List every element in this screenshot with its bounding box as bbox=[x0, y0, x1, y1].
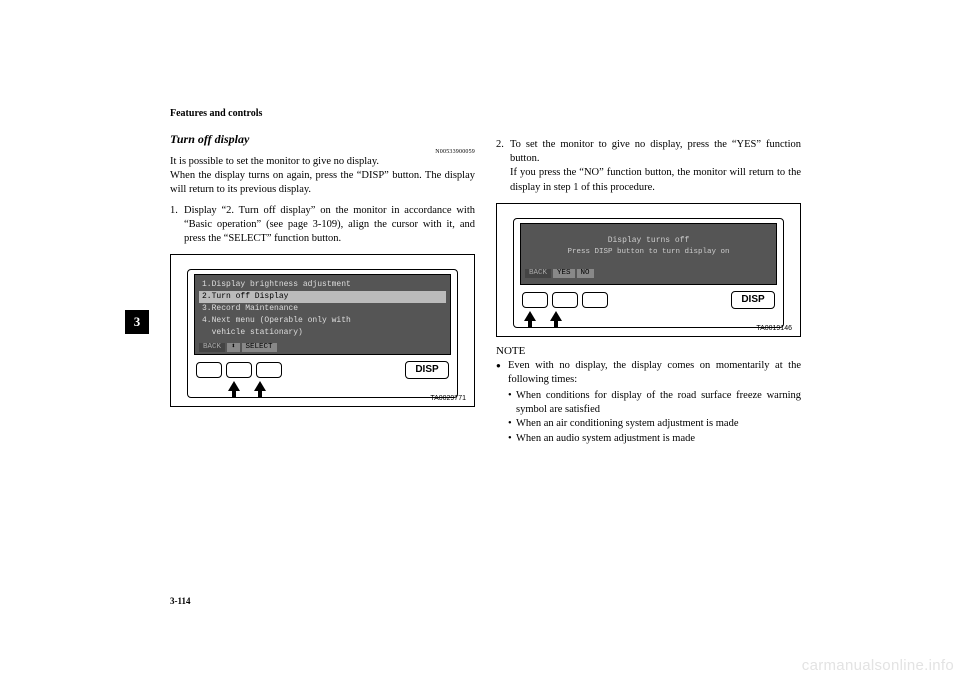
hw-button-3 bbox=[256, 362, 282, 378]
arrow-up-icon bbox=[228, 381, 240, 391]
menu-item: 1.Display brightness adjustment bbox=[199, 279, 446, 291]
page-number: 3-114 bbox=[170, 596, 191, 606]
lcd-screen: 1.Display brightness adjustment 2.Turn o… bbox=[194, 274, 451, 355]
hw-button-2 bbox=[552, 292, 578, 308]
step-item: 2. To set the monitor to give no display… bbox=[496, 138, 801, 195]
screen-subtitle: Press DISP button to turn display on bbox=[525, 246, 772, 265]
section-header: Features and controls bbox=[170, 108, 262, 119]
arrow-up-icon bbox=[550, 311, 562, 321]
pointer-arrows bbox=[524, 311, 777, 321]
step-text: Display “2. Turn off display” on the mon… bbox=[184, 204, 475, 247]
hw-button-2 bbox=[226, 362, 252, 378]
body-paragraph: It is possible to set the monitor to giv… bbox=[170, 155, 475, 169]
screen-title: Display turns off bbox=[525, 228, 772, 246]
note-sub-bullet: When an air conditioning system adjustme… bbox=[508, 417, 801, 431]
softkey-back: BACK bbox=[199, 343, 225, 352]
menu-item: vehicle stationary) bbox=[199, 327, 446, 339]
hw-button-1 bbox=[196, 362, 222, 378]
arrow-up-icon bbox=[254, 381, 266, 391]
display-device: 1.Display brightness adjustment 2.Turn o… bbox=[187, 269, 458, 398]
figure-id: TA0029771 bbox=[430, 395, 466, 402]
arrow-up-icon bbox=[524, 311, 536, 321]
softkey-buttons bbox=[522, 292, 608, 308]
note-sub-bullet: When conditions for display of the road … bbox=[508, 389, 801, 417]
step-item: 1. Display “2. Turn off display” on the … bbox=[170, 204, 475, 247]
disp-button: DISP bbox=[405, 361, 449, 379]
watermark: carmanualsonline.info bbox=[802, 657, 954, 674]
softkey-no: NO bbox=[577, 269, 594, 278]
softkey-buttons bbox=[196, 362, 282, 378]
lcd-screen: Display turns off Press DISP button to t… bbox=[520, 223, 777, 285]
disp-button: DISP bbox=[731, 291, 775, 309]
softkey-select: SELECT bbox=[242, 343, 277, 352]
display-device: Display turns off Press DISP button to t… bbox=[513, 218, 784, 328]
note-text: Even with no display, the display comes … bbox=[508, 360, 801, 385]
manual-page: Features and controls 3 Turn off display… bbox=[0, 0, 960, 678]
menu-item: 3.Record Maintenance bbox=[199, 303, 446, 315]
left-column: Turn off display N00533900059 It is poss… bbox=[170, 132, 475, 407]
softkey-yes: YES bbox=[553, 269, 575, 278]
hw-button-3 bbox=[582, 292, 608, 308]
softkey-bar: BACK YES NO bbox=[525, 269, 772, 278]
step-text: If you press the “NO” function button, t… bbox=[510, 166, 801, 194]
hardware-button-row: DISP bbox=[194, 361, 451, 379]
softkey-bar: BACK ⬍ SELECT bbox=[199, 343, 446, 352]
step-text: To set the monitor to give no display, p… bbox=[510, 138, 801, 166]
softkey-back: BACK bbox=[525, 269, 551, 278]
menu-item-selected: 2.Turn off Display bbox=[199, 291, 446, 303]
figure-2: Display turns off Press DISP button to t… bbox=[496, 203, 801, 337]
subsection-title: Turn off display bbox=[170, 132, 475, 147]
hardware-button-row: DISP bbox=[520, 291, 777, 309]
hw-button-1 bbox=[522, 292, 548, 308]
note-bullet: Even with no display, the display comes … bbox=[496, 359, 801, 446]
chapter-tab: 3 bbox=[125, 310, 149, 334]
figure-id: TA0019146 bbox=[756, 325, 792, 332]
right-column: 2. To set the monitor to give no display… bbox=[496, 132, 801, 446]
body-paragraph: When the display turns on again, press t… bbox=[170, 169, 475, 197]
figure-1: 1.Display brightness adjustment 2.Turn o… bbox=[170, 254, 475, 407]
softkey-updown: ⬍ bbox=[227, 343, 240, 352]
note-sub-bullet: When an audio system adjustment is made bbox=[508, 432, 801, 446]
note-heading: NOTE bbox=[496, 345, 801, 357]
pointer-arrows bbox=[228, 381, 451, 391]
step-number: 1. bbox=[170, 204, 178, 218]
menu-item: 4.Next menu (Operable only with bbox=[199, 315, 446, 327]
step-number: 2. bbox=[496, 138, 504, 152]
